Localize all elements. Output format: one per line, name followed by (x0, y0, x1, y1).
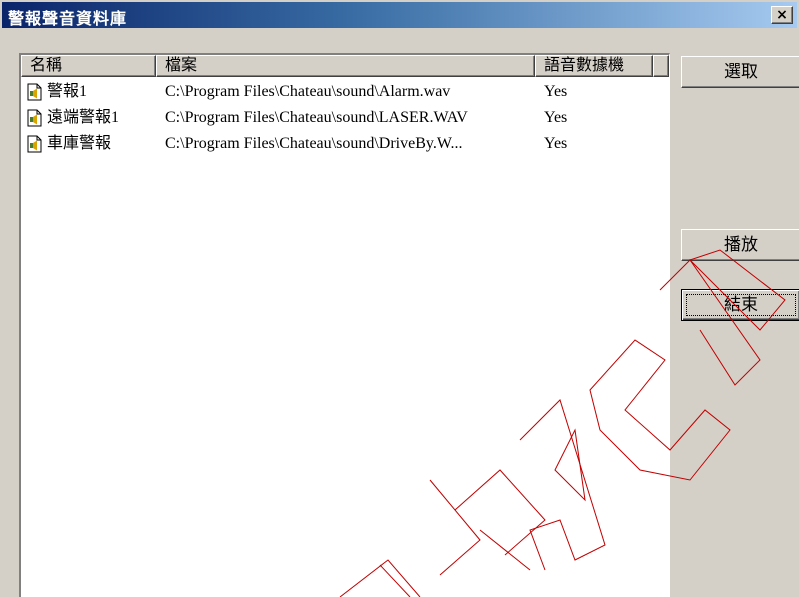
row-file: C:\Program Files\Chateau\sound\DriveBy.W… (165, 135, 463, 152)
row-name: 警報1 (47, 83, 88, 100)
row-file: C:\Program Files\Chateau\sound\LASER.WAV (165, 109, 468, 126)
row-modem: Yes (544, 109, 568, 126)
row-name: 遠端警報1 (47, 109, 120, 126)
sound-file-icon (27, 109, 42, 127)
list-item[interactable]: 遠端警報1 C:\Program Files\Chateau\sound\LAS… (21, 105, 669, 131)
sound-library-dialog: 警報聲音資料庫 × 名稱 檔案 語音數據機 警報1 C:\Program Fil… (0, 0, 799, 597)
row-modem: Yes (544, 135, 568, 152)
row-file: C:\Program Files\Chateau\sound\Alarm.wav (165, 83, 451, 100)
close-icon: × (776, 7, 788, 23)
focus-rectangle (686, 294, 796, 316)
play-button[interactable]: 播放 (681, 229, 799, 261)
list-item[interactable]: 警報1 C:\Program Files\Chateau\sound\Alarm… (21, 79, 669, 105)
sound-file-icon (27, 83, 42, 101)
column-header-voice-modem[interactable]: 語音數據機 (535, 55, 653, 77)
sound-list-view[interactable]: 名稱 檔案 語音數據機 警報1 C:\Program Files\Chateau… (19, 53, 670, 597)
column-header-filler (653, 55, 669, 77)
column-header-file[interactable]: 檔案 (156, 55, 535, 77)
sound-file-icon (27, 135, 42, 153)
row-name: 車庫警報 (47, 135, 112, 152)
list-rows: 警報1 C:\Program Files\Chateau\sound\Alarm… (21, 79, 669, 157)
select-button[interactable]: 選取 (681, 56, 799, 88)
list-header: 名稱 檔案 語音數據機 (21, 55, 669, 77)
title-bar[interactable]: 警報聲音資料庫 × (2, 2, 797, 28)
row-modem: Yes (544, 83, 568, 100)
end-button[interactable]: 結束 (681, 289, 799, 321)
close-button[interactable]: × (771, 6, 793, 24)
column-header-name[interactable]: 名稱 (21, 55, 156, 77)
list-item[interactable]: 車庫警報 C:\Program Files\Chateau\sound\Driv… (21, 131, 669, 157)
window-title: 警報聲音資料庫 (8, 9, 128, 28)
